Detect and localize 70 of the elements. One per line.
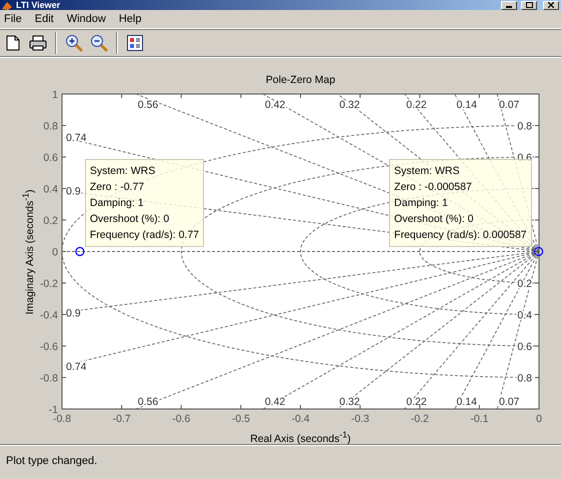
x-tick-label: -0.1 bbox=[470, 413, 488, 425]
grid-label: 0.56 bbox=[138, 99, 158, 111]
printer-icon bbox=[29, 34, 47, 50]
x-tick-label: -0.7 bbox=[112, 413, 131, 425]
grid-label: 0.8 bbox=[517, 120, 532, 132]
data-tip-line: Zero : -0.77 bbox=[90, 180, 146, 194]
y-tick-label: 1 bbox=[52, 89, 58, 101]
x-tick-label: -0.3 bbox=[351, 413, 370, 425]
document-icon bbox=[6, 34, 20, 50]
maximize-button[interactable] bbox=[521, 0, 537, 10]
app-logo-icon bbox=[2, 0, 12, 10]
y-tick-label: -0.8 bbox=[40, 372, 58, 384]
data-tip-line: System: WRS bbox=[394, 164, 460, 178]
data-tip-line: Damping: 1 bbox=[90, 196, 145, 210]
x-tick-label: -0.8 bbox=[52, 413, 72, 425]
zoom-out-icon bbox=[90, 34, 108, 52]
y-tick-label: 0 bbox=[52, 246, 58, 258]
x-tick-label: -0.2 bbox=[410, 413, 429, 425]
minimize-button[interactable] bbox=[501, 0, 517, 10]
grid-label: 0.32 bbox=[339, 396, 360, 408]
menu-item[interactable]: Help bbox=[116, 12, 148, 26]
grid-label: 0.74 bbox=[66, 361, 86, 374]
grid-label: 0.9 bbox=[66, 308, 81, 320]
data-tip-line: Frequency (rad/s): 0.77 bbox=[90, 228, 200, 242]
grid-label: 0.42 bbox=[264, 396, 286, 408]
grid-label: 0.8 bbox=[517, 372, 532, 384]
menu-item[interactable]: File bbox=[2, 12, 28, 26]
x-tick-label: -0.5 bbox=[232, 413, 250, 425]
grid-label: 0.4 bbox=[517, 310, 532, 322]
x-tick-label: -0.6 bbox=[172, 413, 190, 425]
grid-label: 0.07 bbox=[498, 99, 520, 111]
y-tick-label: -0.6 bbox=[40, 341, 58, 353]
y-tick-label: 0.6 bbox=[43, 152, 58, 164]
window-title: LTI Viewer bbox=[16, 0, 62, 10]
data-tip-line: Overshoot (%): 0 bbox=[90, 212, 170, 226]
y-tick-label: 0.4 bbox=[43, 184, 58, 196]
data-tip-line: Frequency (rad/s): 0.000587 bbox=[394, 228, 527, 242]
grid-label: 0.22 bbox=[406, 396, 427, 408]
zero-marker[interactable] bbox=[75, 246, 84, 256]
grid-label: 0.74 bbox=[66, 132, 86, 144]
grid-label: 0.22 bbox=[406, 99, 427, 111]
legend-icon bbox=[127, 34, 143, 50]
y-tick-label: 0.2 bbox=[43, 215, 58, 227]
status-text: Plot type changed. bbox=[6, 455, 98, 467]
zoom-in-icon bbox=[65, 34, 83, 52]
y-tick-label: -0.2 bbox=[40, 278, 58, 290]
y-tick-label: -0.4 bbox=[40, 310, 58, 322]
grid-label: 0.14 bbox=[456, 396, 477, 408]
x-tick-label: -0.4 bbox=[291, 413, 310, 425]
data-tip-line: System: WRS bbox=[90, 164, 156, 178]
data-tip-line: Damping: 1 bbox=[394, 196, 449, 210]
zero-marker[interactable] bbox=[534, 246, 544, 256]
x-tick-label: 0 bbox=[536, 413, 542, 425]
x-axis-label: Real Axis (seconds$^{-1}$) bbox=[250, 433, 351, 444]
grid-label: 0.56 bbox=[138, 396, 158, 408]
maximize-icon bbox=[526, 2, 532, 8]
grid-label: 0.14 bbox=[456, 99, 477, 111]
data-tip-line: Zero : -0.000587 bbox=[394, 180, 473, 194]
grid-label: 0.9 bbox=[66, 185, 81, 198]
menu-item[interactable]: Window bbox=[64, 12, 112, 26]
grid-label: 0.07 bbox=[498, 396, 520, 408]
menu-item[interactable]: Edit bbox=[32, 12, 60, 26]
grid-label: 0.32 bbox=[339, 99, 360, 111]
close-icon bbox=[548, 2, 554, 8]
close-button[interactable] bbox=[543, 0, 559, 10]
y-tick-label: 0.8 bbox=[43, 120, 58, 132]
y-tick-label: -1 bbox=[48, 404, 58, 416]
chart-title: Pole-Zero Map bbox=[266, 74, 336, 86]
grid-label: 0.42 bbox=[264, 99, 286, 111]
data-tip-line: Overshoot (%): 0 bbox=[394, 212, 475, 226]
